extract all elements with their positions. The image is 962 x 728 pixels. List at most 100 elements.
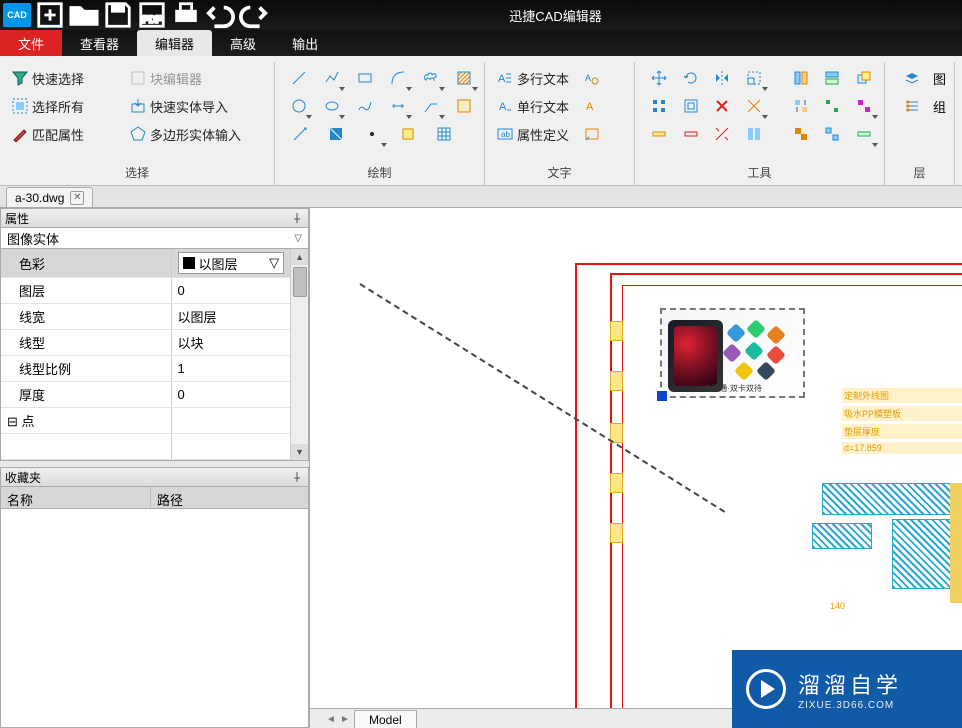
save-button[interactable] [103, 3, 133, 27]
rotate-tool[interactable] [679, 66, 703, 90]
prop-layer-key: 图层 [1, 278, 171, 304]
ellipse-tool[interactable] [320, 94, 343, 118]
prop-point-key[interactable]: ⊟ 点 [1, 408, 171, 434]
pin-icon[interactable] [290, 211, 304, 225]
play-icon [746, 669, 786, 709]
gradient-tool[interactable] [323, 122, 349, 146]
menu-file[interactable]: 文件 [0, 30, 62, 56]
text-edit-button[interactable] [579, 122, 605, 146]
entity-type-value: 图像实体 [7, 229, 59, 248]
scroll-thumb[interactable] [293, 267, 307, 297]
explode-tool[interactable] [742, 94, 766, 118]
quick-select-button[interactable]: 快速选择 [8, 67, 88, 90]
dimension-tool[interactable] [387, 94, 410, 118]
ray-tool[interactable] [287, 122, 313, 146]
mirror-tool[interactable] [710, 66, 734, 90]
group-tool[interactable] [789, 122, 813, 146]
stretch-tool[interactable] [710, 122, 734, 146]
layer-states-button[interactable] [899, 94, 925, 118]
undo-button[interactable] [205, 3, 235, 27]
leader-tool[interactable] [420, 94, 443, 118]
join-tool[interactable] [679, 122, 703, 146]
selection-handle[interactable] [657, 391, 667, 401]
prop-layer-value[interactable]: 0 [171, 278, 290, 304]
trim-tool[interactable] [789, 66, 813, 90]
attr-def-button[interactable]: ab属性定义 [493, 123, 573, 146]
menu-editor[interactable]: 编辑器 [137, 30, 212, 56]
label: 多边形实体输入 [150, 125, 241, 144]
table-tool[interactable] [431, 122, 457, 146]
svg-text:A: A [585, 73, 591, 83]
spline-tool[interactable] [353, 94, 376, 118]
image-caption: 全网通·双卡双待 [662, 383, 803, 394]
erase-tool[interactable] [710, 94, 734, 118]
text-find-button[interactable]: A [579, 66, 605, 90]
property-scrollbar[interactable]: ▲ ▼ [290, 249, 308, 460]
entity-type-select[interactable]: 图像实体 ▽ [0, 227, 309, 249]
app-title: 迅捷CAD编辑器 [269, 6, 842, 25]
prop-ltscale-value[interactable]: 1 [171, 356, 290, 382]
insert-block-tool[interactable] [395, 122, 421, 146]
menu-viewer[interactable]: 查看器 [62, 30, 137, 56]
print-button[interactable] [171, 3, 201, 27]
break-tool[interactable] [647, 122, 671, 146]
prop-thickness-value[interactable]: 0 [171, 382, 290, 408]
scale-tool[interactable] [742, 66, 766, 90]
favorites-list[interactable] [0, 509, 309, 728]
scroll-down-icon[interactable]: ▼ [291, 444, 308, 460]
tree-collapse-icon[interactable]: ⊟ [7, 414, 18, 429]
menu-advanced[interactable]: 高级 [212, 30, 274, 56]
offset-tool[interactable] [679, 94, 703, 118]
extend-tool[interactable] [821, 66, 845, 90]
prop-color-value-cell[interactable]: 以图层▽ [171, 249, 290, 278]
polyline-tool[interactable] [320, 66, 343, 90]
svg-text:A: A [586, 101, 594, 113]
rectangle-tool[interactable] [353, 66, 376, 90]
singleline-text-button[interactable]: A单行文本 [493, 95, 573, 118]
prop-linetype-value[interactable]: 以块 [171, 330, 290, 356]
menu-output[interactable]: 输出 [274, 30, 336, 56]
hatch-tool[interactable] [453, 66, 476, 90]
align-tool[interactable] [789, 94, 813, 118]
prop-lineweight-key: 线宽 [1, 304, 171, 330]
revision-cloud-tool[interactable] [420, 66, 443, 90]
array-tool[interactable] [647, 94, 671, 118]
prop-lineweight-value[interactable]: 以图层 [171, 304, 290, 330]
prop-color-value: 以图层 [199, 257, 238, 272]
match-props-button[interactable]: 匹配属性 [8, 123, 88, 146]
lengthen-tool[interactable] [742, 122, 766, 146]
text-style-button[interactable]: A [579, 94, 605, 118]
pin-icon[interactable] [290, 470, 304, 484]
fillet-tool[interactable] [821, 94, 845, 118]
point-tool[interactable] [359, 122, 385, 146]
line-tool[interactable] [287, 66, 310, 90]
circle-tool[interactable] [287, 94, 310, 118]
open-file-button[interactable] [69, 3, 99, 27]
multiline-text-button[interactable]: A多行文本 [493, 67, 573, 90]
divide-tool[interactable] [852, 122, 876, 146]
col-path[interactable]: 路径 [151, 487, 189, 508]
boundary-tool[interactable] [453, 94, 476, 118]
copy-tool[interactable] [852, 66, 876, 90]
polygon-entity-input-button[interactable]: 多边形实体输入 [126, 123, 245, 146]
new-file-button[interactable] [35, 3, 65, 27]
ungroup-tool[interactable] [821, 122, 845, 146]
close-tab-button[interactable]: ✕ [70, 191, 84, 205]
tab-prev-icon[interactable]: ◄ [324, 710, 338, 728]
move-tool[interactable] [647, 66, 671, 90]
quick-entity-import-button[interactable]: 快速实体导入 [126, 95, 232, 118]
image-entity[interactable]: 全网通·双卡双待 [660, 308, 805, 398]
save-pdf-button[interactable]: PDF [137, 3, 167, 27]
select-all-button[interactable]: 选择所有 [8, 95, 88, 118]
document-tab[interactable]: a-30.dwg ✕ [6, 187, 93, 207]
arc-tool[interactable] [387, 66, 410, 90]
redo-button[interactable] [239, 3, 269, 27]
chamfer-tool[interactable] [852, 94, 876, 118]
menu-bar: 文件 查看器 编辑器 高级 输出 [0, 30, 962, 56]
label: 属性定义 [517, 125, 569, 144]
model-tab[interactable]: Model [354, 710, 417, 728]
tab-next-icon[interactable]: ► [338, 710, 352, 728]
scroll-up-icon[interactable]: ▲ [291, 249, 308, 265]
layer-props-button[interactable] [899, 66, 925, 90]
col-name[interactable]: 名称 [1, 487, 151, 508]
